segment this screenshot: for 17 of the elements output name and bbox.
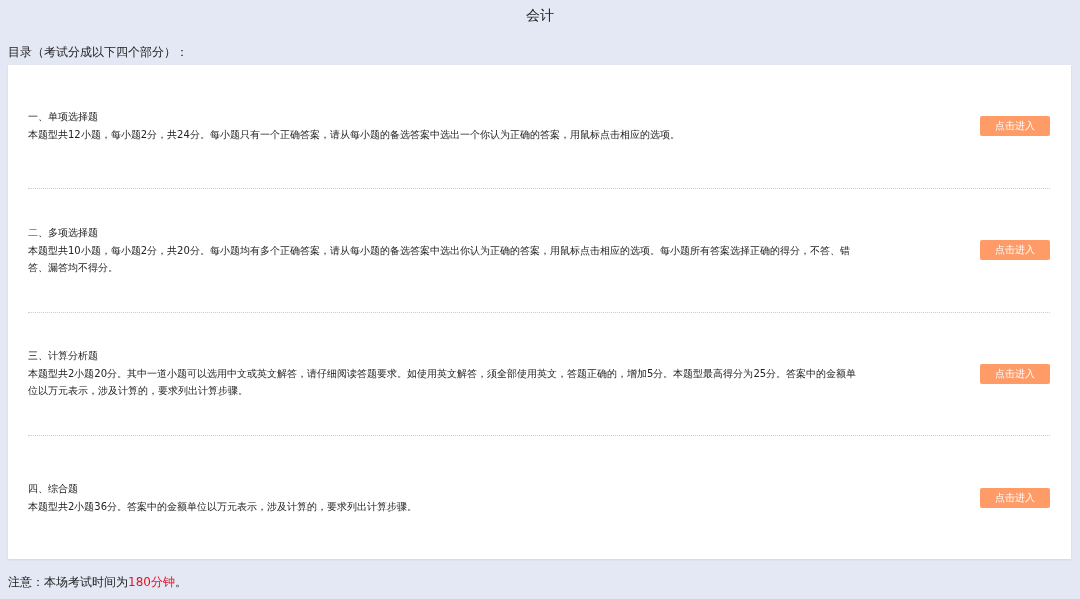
- page-title: 会计: [525, 6, 555, 25]
- notice-end: 。: [174, 575, 187, 589]
- enter-button[interactable]: 点击进入: [980, 240, 1050, 261]
- section-title: 四、综合题: [28, 481, 79, 496]
- section-description: 本题型共12小题，每小题2分，共24分。每小题只有一个正确答案，请从每小题的备选答案中选出一个你认为正确的答案，用鼠标点击相应的选项。: [28, 128, 680, 143]
- section-title: 一、单项选择题: [28, 110, 99, 125]
- section-title: 二、多项选择题: [28, 225, 99, 240]
- section-description: 本题型共10小题，每小题2分，共20分。每小题均有多个正确答案，请从每小题的备选答案中选出你认为正确的答案，用鼠标点击相应的选项。每小题所有答案选择正确的得分，不答、错答、漏答均不得分。: [28, 243, 851, 275]
- enter-button[interactable]: 点击进入: [980, 363, 1050, 384]
- exam-duration: 180分钟: [128, 575, 175, 589]
- contents-heading: 目录（考试分成以下四个部分）：: [7, 44, 189, 61]
- notice-text: 注意：本场考试时间为: [8, 575, 128, 589]
- enter-button[interactable]: 点击进入: [980, 116, 1050, 137]
- section-description: 本题型共2小题36分。答案中的金额单位以万元表示，涉及计算的，要求列出计算步骤。: [28, 499, 418, 514]
- section-description: 本题型共2小题20分。其中一道小题可以选用中文或英文解答，请仔细阅读答题要求。如使用英文解答，须全部使用英文，答题正确的，增加5分。本题型最高得分为25分。答案中的金额单位以万元表示，涉及计算的，要求列出计算步骤。: [28, 367, 858, 399]
- section-title: 三、计算分析题: [28, 349, 99, 364]
- enter-button[interactable]: 点击进入: [980, 487, 1050, 508]
